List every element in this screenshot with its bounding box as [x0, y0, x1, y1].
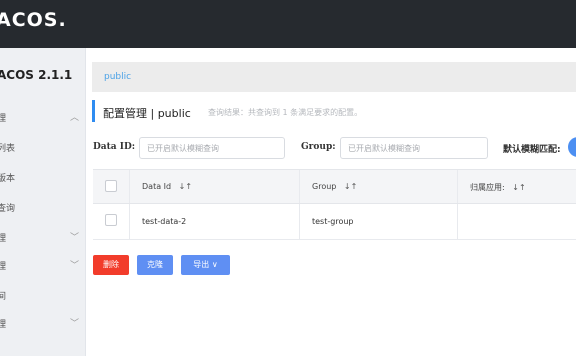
data-id-input[interactable]	[139, 137, 285, 159]
select-all-checkbox[interactable]	[105, 180, 117, 192]
header-checkbox-cell	[93, 170, 130, 203]
table-row[interactable]: test-data-2 test-group	[93, 204, 576, 240]
data-id-label: Data ID:	[93, 142, 136, 152]
sidebar-item-cluster-management[interactable]: 理 ﹀	[0, 313, 85, 333]
fuzzy-match-toggle[interactable]	[568, 137, 576, 157]
namespace-link-public[interactable]: public	[104, 72, 131, 82]
sidebar-item-label: 间	[0, 289, 6, 302]
column-header-label: Group	[312, 182, 337, 191]
sidebar-version-title: ACOS 2.1.1	[0, 68, 73, 82]
column-header-label: 归属应用:	[470, 183, 505, 192]
main-content: public 配置管理 | public 查询结果：共查询到 1 条满足要求的配…	[86, 48, 576, 356]
row-checkbox[interactable]	[105, 214, 117, 226]
sidebar-item-namespace[interactable]: 间	[0, 285, 85, 305]
cell-group: test-group	[300, 204, 458, 239]
sidebar-item-label: 版本	[0, 174, 16, 184]
sidebar: ACOS 2.1.1 理 ︿ 列表 版本 查询 理 ﹀ 理 ﹀ 间 理 ﹀	[0, 48, 86, 356]
sidebar-item-label: 理	[0, 231, 6, 244]
cell-data-id: test-data-2	[130, 204, 300, 239]
sidebar-item-listener-query[interactable]: 查询	[0, 197, 85, 217]
sort-icon[interactable]: ↓↑	[344, 182, 357, 191]
sidebar-item-config-management[interactable]: 理 ︿	[0, 107, 85, 127]
page-header: 配置管理 | public 查询结果：共查询到 1 条满足要求的配置。	[92, 100, 362, 122]
page-title: 配置管理 | public	[103, 107, 191, 120]
cell-app	[458, 204, 576, 239]
column-header-app[interactable]: 归属应用: ↓↑	[458, 170, 576, 203]
chevron-down-icon: ﹀	[70, 261, 80, 271]
chevron-down-icon: ﹀	[70, 319, 80, 329]
sidebar-item-label: 列表	[0, 144, 16, 154]
clone-button[interactable]: 克隆	[137, 255, 173, 275]
column-header-label: Data Id	[142, 182, 172, 191]
sidebar-item-label: 理	[0, 111, 6, 124]
sort-icon[interactable]: ↓↑	[179, 182, 192, 191]
namespace-bar: public	[92, 62, 576, 92]
sidebar-item-label: 理	[0, 259, 6, 272]
sidebar-item-service-management[interactable]: 理 ﹀	[0, 227, 85, 247]
delete-button[interactable]: 删除	[93, 255, 129, 275]
query-result-summary: 查询结果：共查询到 1 条满足要求的配置。	[208, 108, 363, 117]
group-input[interactable]	[340, 137, 488, 159]
export-dropdown-button[interactable]: 导出 ∨	[181, 255, 230, 275]
chevron-up-icon: ︿	[70, 113, 80, 123]
sidebar-item-permission-control[interactable]: 理 ﹀	[0, 255, 85, 275]
table-header: Data Id ↓↑ Group ↓↑ 归属应用: ↓↑	[93, 169, 576, 204]
column-header-group[interactable]: Group ↓↑	[300, 170, 458, 203]
chevron-down-icon: ﹀	[70, 233, 80, 243]
data-id-value: test-data-2	[142, 217, 187, 226]
nacos-logo[interactable]: ACOS.	[0, 9, 67, 31]
fuzzy-match-label: 默认模糊匹配:	[503, 145, 561, 155]
sidebar-item-label: 查询	[0, 204, 16, 214]
sort-icon[interactable]: ↓↑	[512, 183, 525, 192]
sidebar-item-label: 理	[0, 317, 6, 330]
row-checkbox-cell	[93, 204, 130, 239]
top-nav-bar: ACOS.	[0, 0, 576, 48]
group-label: Group:	[301, 142, 336, 152]
sidebar-item-history[interactable]: 版本	[0, 167, 85, 187]
sidebar-item-config-list[interactable]: 列表	[0, 137, 85, 157]
group-value: test-group	[312, 217, 354, 226]
column-header-data-id[interactable]: Data Id ↓↑	[130, 170, 300, 203]
